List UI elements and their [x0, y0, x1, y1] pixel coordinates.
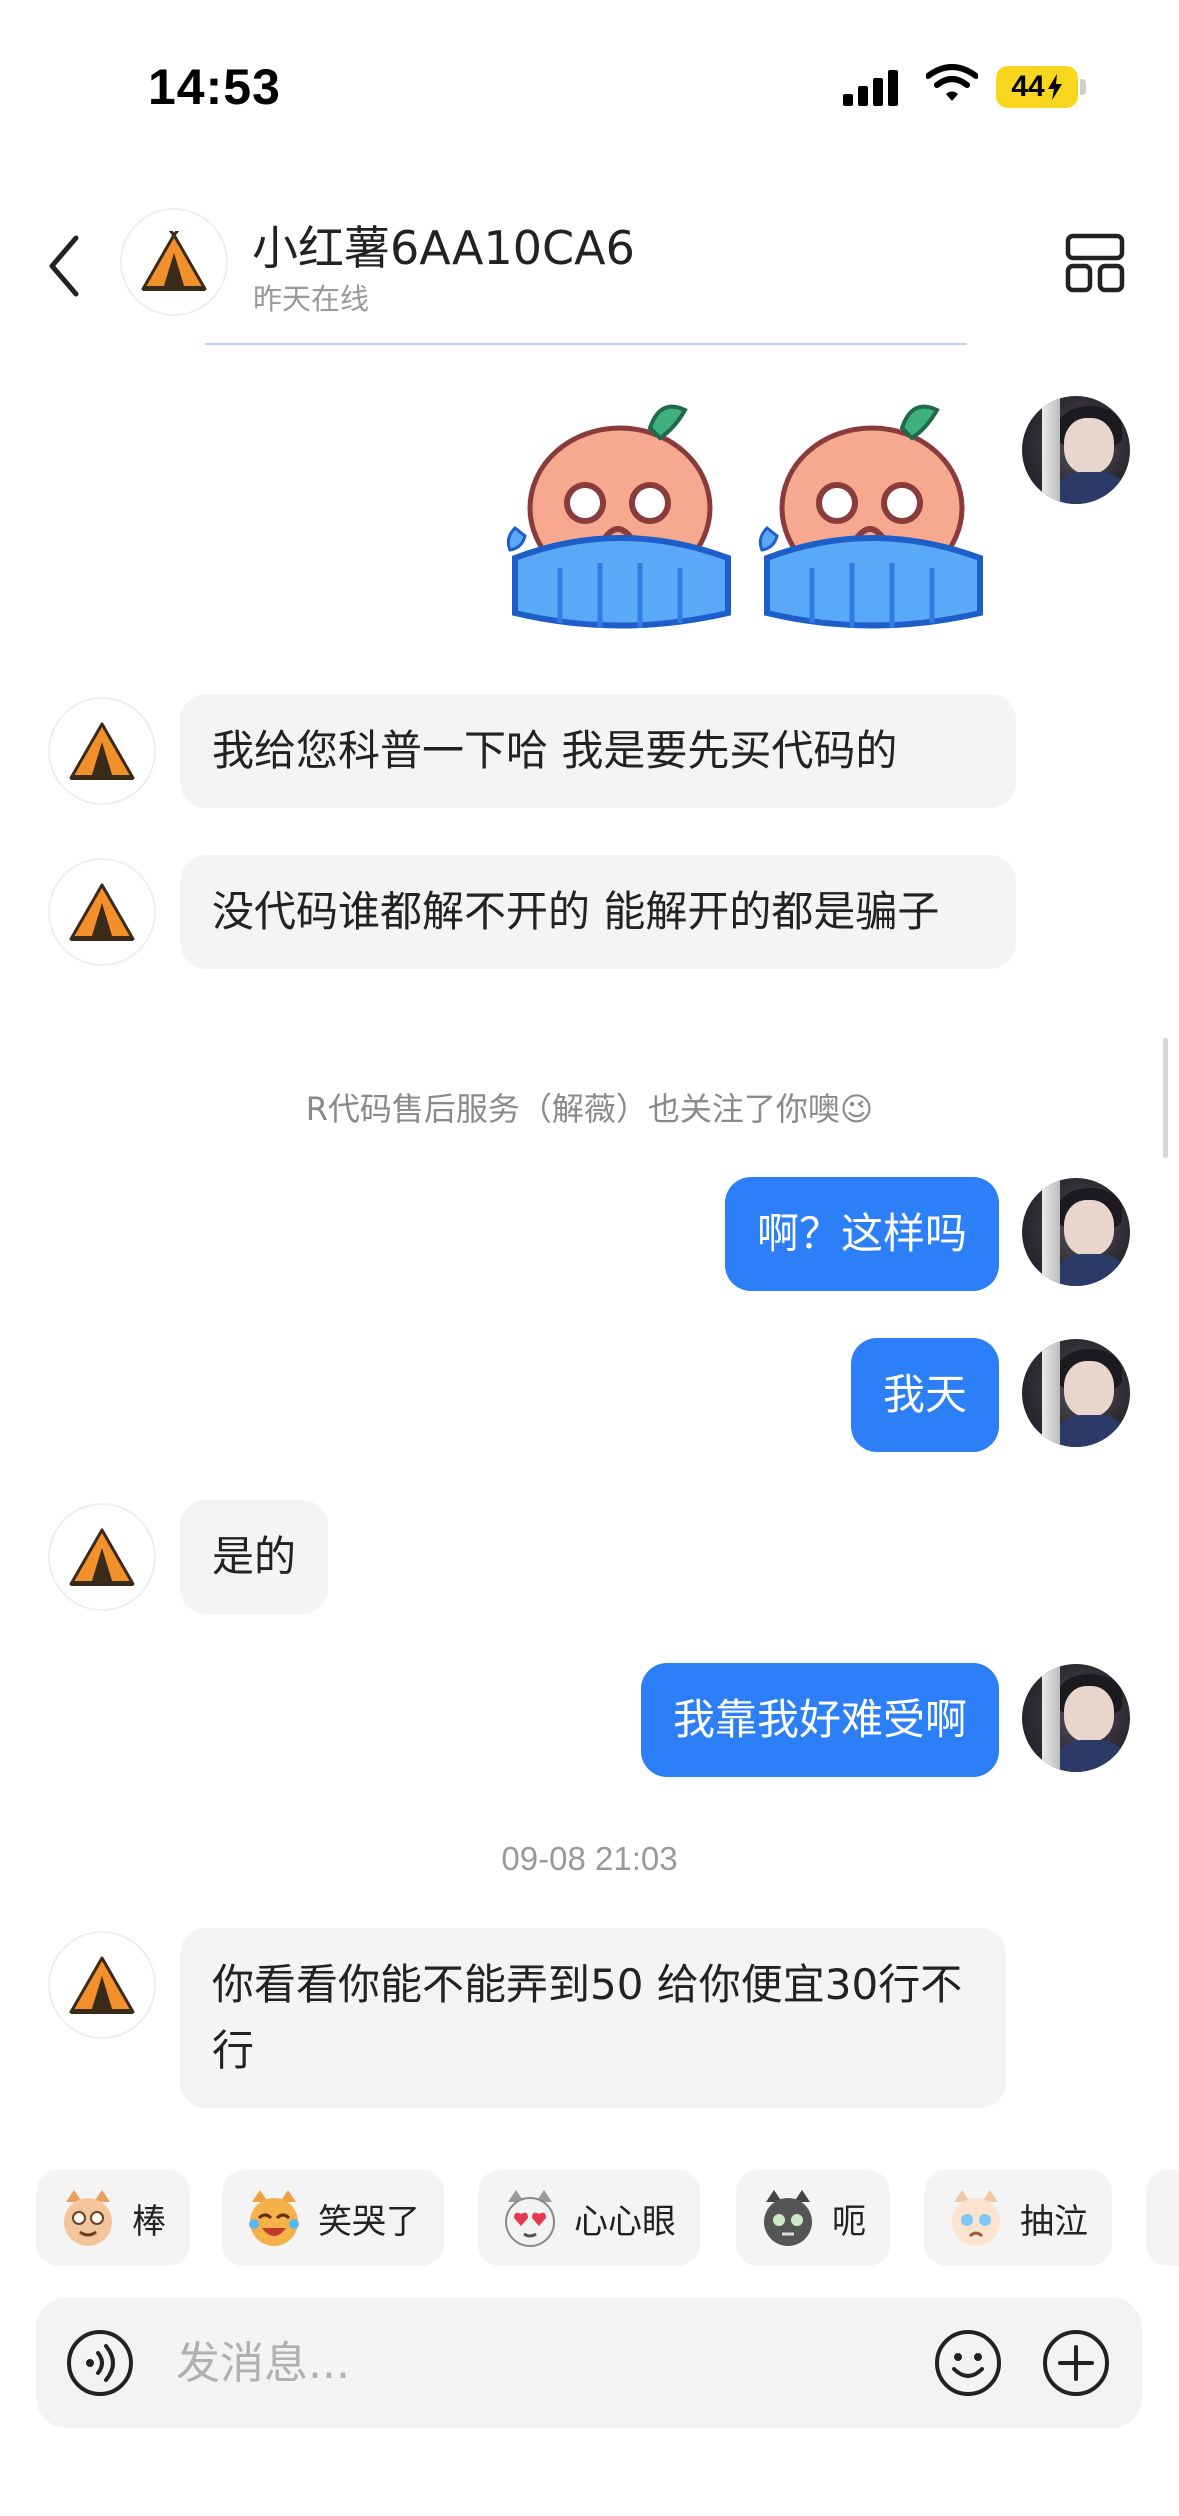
message-timestamp: 09-08 21:03	[501, 1840, 678, 1877]
battery-indicator: 44	[996, 66, 1078, 108]
emoji-icon[interactable]	[934, 2329, 1002, 2397]
outgoing-message[interactable]: 我天	[850, 1338, 999, 1452]
battery-cap	[1080, 79, 1086, 95]
outgoing-message[interactable]: 我靠我好难受啊	[640, 1663, 999, 1777]
quick-reply-label: 棒	[132, 2201, 166, 2242]
status-bar: 14:53 44	[0, 0, 1179, 150]
incoming-message[interactable]: 你看看你能不能弄到50 给你便宜30行不行	[180, 1928, 1006, 2108]
crying-sweet-potato-sticker	[506, 404, 731, 629]
crying-sweet-potato-sticker	[758, 404, 983, 629]
quick-reply-bar: 棒 笑哭了 心心眼 呃 抽泣	[36, 2170, 1179, 2266]
contact-name[interactable]: 小红薯6AA10CA6	[252, 212, 635, 278]
battery-level: 44	[1011, 70, 1045, 103]
quick-reply-label: 心心眼	[574, 2201, 676, 2242]
my-avatar[interactable]	[1022, 396, 1130, 504]
sticker-message[interactable]	[500, 398, 1000, 638]
heart-eyes-cat-icon	[505, 2190, 555, 2247]
back-button[interactable]	[44, 232, 84, 300]
outgoing-message[interactable]: 啊？这样吗	[724, 1177, 999, 1291]
status-time: 14:53	[148, 59, 281, 115]
message-input-bar	[36, 2298, 1142, 2428]
wifi-icon	[926, 64, 978, 101]
quick-reply-label: 笑哭了	[318, 2201, 420, 2242]
quick-reply-label: 呃	[832, 2201, 866, 2242]
quick-reply-chip[interactable]: 抽泣	[924, 2170, 1112, 2266]
tent-icon	[69, 883, 135, 941]
header-divider	[205, 343, 967, 345]
my-avatar[interactable]	[1022, 1664, 1130, 1772]
speechless-cat-icon	[764, 2190, 812, 2246]
quick-reply-chip[interactable]: 棒	[36, 2170, 190, 2266]
quick-reply-chip[interactable]: 心心眼	[478, 2170, 700, 2266]
layout-grid-icon[interactable]	[1064, 232, 1126, 294]
charging-bolt-icon	[1047, 74, 1062, 100]
tent-icon	[69, 1528, 135, 1586]
incoming-message[interactable]: 没代码谁都解不开的 能解开的都是骗子	[180, 855, 1016, 969]
contact-avatar[interactable]	[48, 1931, 156, 2039]
voice-icon[interactable]	[66, 2329, 134, 2397]
tent-icon	[69, 1956, 135, 2014]
tent-icon	[141, 231, 207, 291]
my-avatar[interactable]	[1022, 1178, 1130, 1286]
quick-reply-chip[interactable]: 笑哭了	[222, 2170, 444, 2266]
incoming-message[interactable]: 是的	[180, 1500, 329, 1614]
message-input[interactable]	[176, 2328, 736, 2398]
contact-avatar[interactable]	[48, 1503, 156, 1611]
contact-avatar[interactable]	[48, 858, 156, 966]
contact-avatar[interactable]	[48, 697, 156, 805]
scrollbar[interactable]	[1163, 1038, 1168, 1158]
quick-reply-label: 抽泣	[1020, 2201, 1088, 2242]
quick-reply-chip[interactable]: 呃	[736, 2170, 890, 2266]
signal-icon	[843, 70, 898, 106]
system-follow-note: R代码售后服务（解薇）也关注了你噢😉	[305, 1090, 874, 1128]
cat-face-icon	[64, 2190, 112, 2246]
quick-reply-chip-partial[interactable]	[1146, 2170, 1179, 2266]
my-avatar[interactable]	[1022, 1339, 1130, 1447]
laughing-cat-icon	[249, 2190, 299, 2246]
sobbing-cat-icon	[952, 2190, 1000, 2246]
chat-header: 小红薯6AA10CA6 昨天在线	[0, 190, 1179, 340]
tent-icon	[69, 722, 135, 780]
contact-avatar[interactable]	[120, 208, 228, 316]
incoming-message[interactable]: 我给您科普一下哈 我是要先买代码的	[180, 694, 1016, 808]
contact-status: 昨天在线	[253, 282, 370, 316]
plus-icon[interactable]	[1042, 2329, 1110, 2397]
